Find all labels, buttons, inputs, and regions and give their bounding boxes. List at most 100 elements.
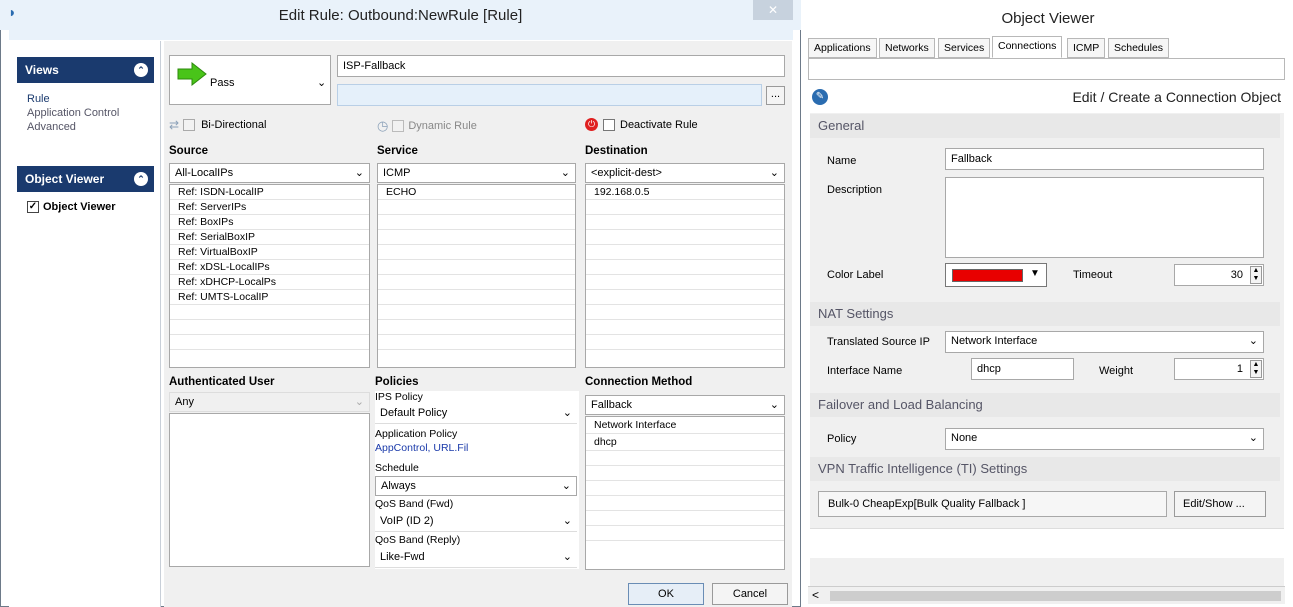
ips-policy-dropdown[interactable]: Default Policy ⌄ [375, 404, 577, 424]
bidirectional-option[interactable]: ⇄ Bi-Directional [169, 118, 266, 132]
service-dropdown[interactable]: ICMP ⌄ [377, 163, 576, 183]
destination-dropdown[interactable]: <explicit-dest> ⌄ [585, 163, 785, 183]
edit-show-button[interactable]: Edit/Show ... [1174, 491, 1266, 517]
views-item-rule[interactable]: Rule [27, 93, 154, 106]
toolbar-strip [9, 30, 793, 40]
translated-source-ip-value: Network Interface [951, 335, 1038, 347]
tab-applications[interactable]: Applications [808, 38, 877, 58]
destination-header: Destination [585, 145, 648, 157]
section-nat: NAT Settings [810, 302, 1280, 326]
app-policy-link[interactable]: AppControl, URL.Fil [375, 442, 468, 454]
list-item[interactable]: Ref: xDHCP-LocalPs [170, 275, 369, 290]
list-item[interactable]: dhcp [586, 434, 784, 451]
interface-name-input[interactable]: dhcp [971, 358, 1074, 380]
qos-reply-label: QoS Band (Reply) [375, 534, 461, 546]
views-item-application-control[interactable]: Application Control [27, 107, 154, 120]
object-viewer-panel: Object Viewer ⌃ ✓ Object Viewer [17, 166, 154, 226]
scroll-left-icon[interactable]: < [812, 588, 819, 602]
dynamic-rule-label: Dynamic Rule [408, 120, 477, 132]
list-item[interactable]: Ref: ServerIPs [170, 200, 369, 215]
window-title: Edit Rule: Outbound:NewRule [Rule] [278, 7, 523, 24]
tab-icmp[interactable]: ICMP [1067, 38, 1106, 58]
ok-button[interactable]: OK [628, 583, 704, 605]
list-item [170, 335, 369, 350]
list-item[interactable]: 192.168.0.5 [586, 185, 784, 200]
qos-fwd-value: VoIP (ID 2) [380, 515, 434, 527]
color-picker[interactable]: ▼ [945, 263, 1047, 287]
policies-header: Policies [375, 376, 419, 388]
list-item[interactable]: Ref: VirtualBoxIP [170, 245, 369, 260]
list-item[interactable]: Ref: xDSL-LocalIPs [170, 260, 369, 275]
translated-source-ip-label: Translated Source IP [827, 336, 930, 348]
tab-networks[interactable]: Networks [879, 38, 935, 58]
ips-policy-label: IPS Policy [375, 391, 423, 403]
list-item [586, 260, 784, 275]
action-selector[interactable]: Pass ⌄ [169, 55, 331, 105]
views-item-advanced[interactable]: Advanced [27, 121, 154, 134]
scrollbar-thumb[interactable] [830, 591, 1281, 601]
form-footer [810, 528, 1284, 558]
list-item[interactable]: Network Interface [586, 417, 784, 434]
object-viewer-title: Object Viewer [1001, 10, 1095, 27]
bidirectional-arrows-icon: ⇄ [169, 118, 180, 132]
deactivate-rule-checkbox[interactable] [603, 118, 615, 131]
schedule-dropdown[interactable]: Always ⌄ [375, 476, 577, 496]
timer-icon: ◷ [377, 118, 389, 133]
chevron-down-icon: ⌄ [1248, 335, 1258, 347]
list-item[interactable]: Ref: ISDN-LocalIP [170, 185, 369, 200]
close-button[interactable]: ✕ [753, 0, 793, 20]
policy-dropdown[interactable]: None ⌄ [945, 428, 1264, 450]
chevron-down-icon: ⌄ [769, 399, 779, 411]
source-dropdown[interactable]: All-LocalIPs ⌄ [169, 163, 370, 183]
rule-description-input[interactable] [337, 84, 762, 106]
horizontal-scrollbar[interactable]: < [808, 586, 1285, 604]
list-item [170, 320, 369, 335]
collapse-icon[interactable]: ⌃ [134, 63, 148, 77]
translated-source-ip-dropdown[interactable]: Network Interface ⌄ [945, 331, 1264, 353]
qos-fwd-dropdown[interactable]: VoIP (ID 2) ⌄ [375, 512, 577, 532]
service-list[interactable]: ECHO [377, 184, 576, 368]
tab-schedules[interactable]: Schedules [1108, 38, 1170, 58]
list-item[interactable]: Ref: BoxIPs [170, 215, 369, 230]
auth-user-list[interactable] [169, 413, 370, 567]
chevron-down-icon: ⌄ [317, 77, 327, 89]
pass-arrow-icon [177, 61, 207, 87]
connection-method-list[interactable]: Network Interface dhcp [585, 416, 785, 570]
weight-label: Weight [1099, 365, 1134, 377]
dropdown-triangle-icon: ▼ [1030, 268, 1040, 279]
bidirectional-checkbox[interactable] [183, 119, 196, 131]
name-input[interactable]: Fallback [945, 148, 1264, 170]
object-viewer-checkbox[interactable]: ✓ [27, 201, 39, 213]
list-item [378, 335, 575, 350]
qos-fwd-label: QoS Band (Fwd) [375, 498, 454, 510]
edit-object-icon: ✎ [812, 89, 828, 105]
rule-name-input[interactable]: ISP-Fallback [337, 55, 785, 77]
destination-list[interactable]: 192.168.0.5 [585, 184, 785, 368]
more-button[interactable]: ... [766, 86, 785, 105]
tab-connections[interactable]: Connections [992, 36, 1063, 58]
deactivate-rule-option[interactable]: ⏻ Deactivate Rule [585, 118, 698, 131]
list-item [586, 245, 784, 260]
list-item[interactable]: Ref: SerialBoxIP [170, 230, 369, 245]
object-viewer-header[interactable]: Object Viewer ⌃ [17, 166, 154, 192]
qos-reply-dropdown[interactable]: Like-Fwd ⌄ [375, 548, 577, 568]
section-vpn: VPN Traffic Intelligence (TI) Settings [810, 457, 1280, 481]
source-list[interactable]: Ref: ISDN-LocalIP Ref: ServerIPs Ref: Bo… [169, 184, 370, 368]
collapse-icon[interactable]: ⌃ [134, 172, 148, 186]
list-item[interactable]: Ref: UMTS-LocalIP [170, 290, 369, 305]
auth-user-dropdown[interactable]: Any ⌄ [169, 392, 370, 412]
cancel-button[interactable]: Cancel [712, 583, 788, 605]
stepper-icon[interactable]: ▲ ▼ [1250, 360, 1262, 378]
list-item [378, 200, 575, 215]
list-item[interactable]: ECHO [378, 185, 575, 200]
description-input[interactable] [945, 177, 1264, 258]
dynamic-rule-option[interactable]: ◷ Dynamic Rule [377, 118, 477, 134]
source-selected: All-LocalIPs [175, 167, 234, 179]
connection-method-dropdown[interactable]: Fallback ⌄ [585, 395, 785, 415]
tab-services[interactable]: Services [938, 38, 991, 58]
object-viewer-checkbox-label: Object Viewer [43, 201, 116, 213]
app-policy-label: Application Policy [375, 428, 458, 440]
views-header[interactable]: Views ⌃ [17, 57, 154, 83]
dynamic-rule-checkbox[interactable] [392, 120, 405, 132]
stepper-icon[interactable]: ▲ ▼ [1250, 266, 1262, 284]
